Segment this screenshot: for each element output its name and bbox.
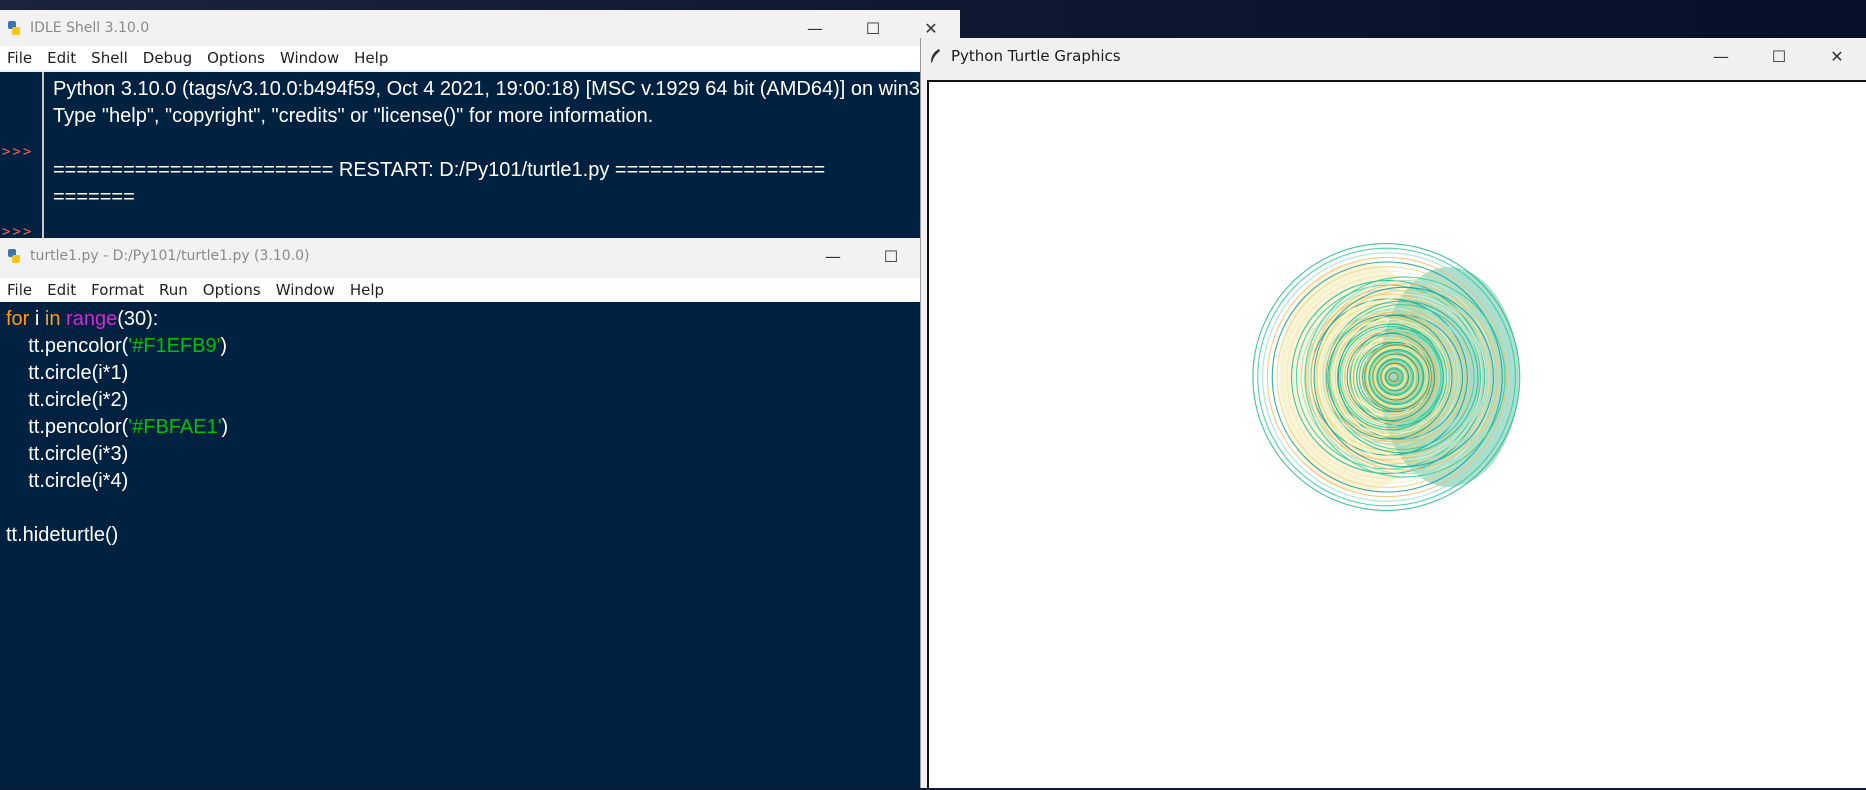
maximize-icon[interactable]: ☐ bbox=[862, 238, 920, 274]
shell-titlebar[interactable]: IDLE Shell 3.10.0 — ☐ ✕ bbox=[0, 10, 960, 46]
code-text: tt.pencolor( bbox=[6, 416, 129, 438]
turtle-titlebar[interactable]: Python Turtle Graphics — ☐ ✕ bbox=[921, 38, 1866, 74]
code-line: tt.pencolor('#FBFAE1') bbox=[6, 416, 228, 439]
shell-title: IDLE Shell 3.10.0 bbox=[30, 20, 150, 36]
prompt-marker: >>> bbox=[2, 224, 34, 238]
editor-titlebar[interactable]: turtle1.py - D:/Py101/turtle1.py (3.10.0… bbox=[0, 238, 920, 274]
menu-options[interactable]: Options bbox=[196, 281, 269, 299]
menu-format[interactable]: Format bbox=[84, 281, 152, 299]
menu-window[interactable]: Window bbox=[273, 49, 347, 67]
menu-window[interactable]: Window bbox=[269, 281, 343, 299]
keyword: for bbox=[6, 308, 30, 330]
python-icon bbox=[6, 20, 22, 36]
menu-help[interactable]: Help bbox=[343, 281, 392, 299]
shell-output-area[interactable]: >>> >>> Python 3.10.0 (tags/v3.10.0:b494… bbox=[0, 72, 960, 238]
turtle-title: Python Turtle Graphics bbox=[951, 47, 1121, 65]
menu-options[interactable]: Options bbox=[200, 49, 273, 67]
turtle-drawing bbox=[1252, 243, 1521, 511]
maximize-icon[interactable]: ☐ bbox=[1750, 38, 1808, 74]
prompt-gutter: >>> >>> bbox=[0, 72, 44, 238]
menu-edit[interactable]: Edit bbox=[40, 49, 84, 67]
turtle-canvas[interactable] bbox=[927, 80, 1866, 788]
code-text: (30): bbox=[117, 308, 159, 330]
prompt-marker: >>> bbox=[2, 144, 34, 160]
code-line: tt.circle(i*1) bbox=[6, 362, 129, 384]
minimize-icon[interactable]: — bbox=[786, 10, 844, 46]
menu-shell[interactable]: Shell bbox=[84, 49, 136, 67]
string-literal: '#FBFAE1' bbox=[128, 416, 222, 438]
python-icon bbox=[6, 248, 22, 264]
code-line: tt.hideturtle() bbox=[6, 524, 119, 546]
builtin: range bbox=[66, 308, 118, 330]
maximize-icon[interactable]: ☐ bbox=[844, 10, 902, 46]
shell-line: Type "help", "copyright", "credits" or "… bbox=[53, 105, 654, 127]
menu-file[interactable]: File bbox=[0, 281, 40, 299]
shell-line: Python 3.10.0 (tags/v3.10.0:b494f59, Oct… bbox=[53, 78, 920, 100]
menu-debug[interactable]: Debug bbox=[136, 49, 200, 67]
turtle-graphics-window: Python Turtle Graphics — ☐ ✕ bbox=[920, 38, 1866, 788]
editor-window: turtle1.py - D:/Py101/turtle1.py (3.10.0… bbox=[0, 238, 920, 788]
code-line: for i in range(30): bbox=[6, 308, 158, 331]
shell-line: ======================== RESTART: D:/Py1… bbox=[53, 159, 826, 181]
keyword: in bbox=[44, 308, 61, 330]
code-text: i bbox=[29, 308, 45, 330]
feather-icon bbox=[927, 48, 943, 64]
minimize-icon[interactable]: — bbox=[1692, 38, 1750, 74]
editor-title: turtle1.py - D:/Py101/turtle1.py (3.10.0… bbox=[30, 248, 310, 264]
menu-file[interactable]: File bbox=[0, 49, 40, 67]
code-line: tt.circle(i*2) bbox=[6, 389, 129, 411]
editor-menubar: File Edit Format Run Options Window Help bbox=[0, 278, 920, 302]
shell-line: ======= bbox=[53, 186, 135, 208]
code-line: tt.circle(i*4) bbox=[6, 470, 129, 492]
menu-help[interactable]: Help bbox=[347, 49, 396, 67]
menu-edit[interactable]: Edit bbox=[40, 281, 84, 299]
menu-run[interactable]: Run bbox=[152, 281, 196, 299]
code-line: tt.pencolor('#F1EFB9') bbox=[6, 335, 227, 358]
code-line: tt.circle(i*3) bbox=[6, 443, 129, 465]
idle-shell-window: IDLE Shell 3.10.0 — ☐ ✕ File Edit Shell … bbox=[0, 10, 960, 238]
shell-menubar: File Edit Shell Debug Options Window Hel… bbox=[0, 46, 960, 70]
minimize-icon[interactable]: — bbox=[804, 238, 862, 274]
code-text: ) bbox=[221, 416, 229, 438]
close-icon[interactable]: ✕ bbox=[1808, 38, 1866, 74]
code-text: ) bbox=[220, 335, 228, 357]
string-literal: '#F1EFB9' bbox=[128, 335, 221, 357]
code-text: tt.pencolor( bbox=[6, 335, 129, 357]
code-editor-area[interactable]: for i in range(30): tt.pencolor('#F1EFB9… bbox=[0, 302, 920, 788]
